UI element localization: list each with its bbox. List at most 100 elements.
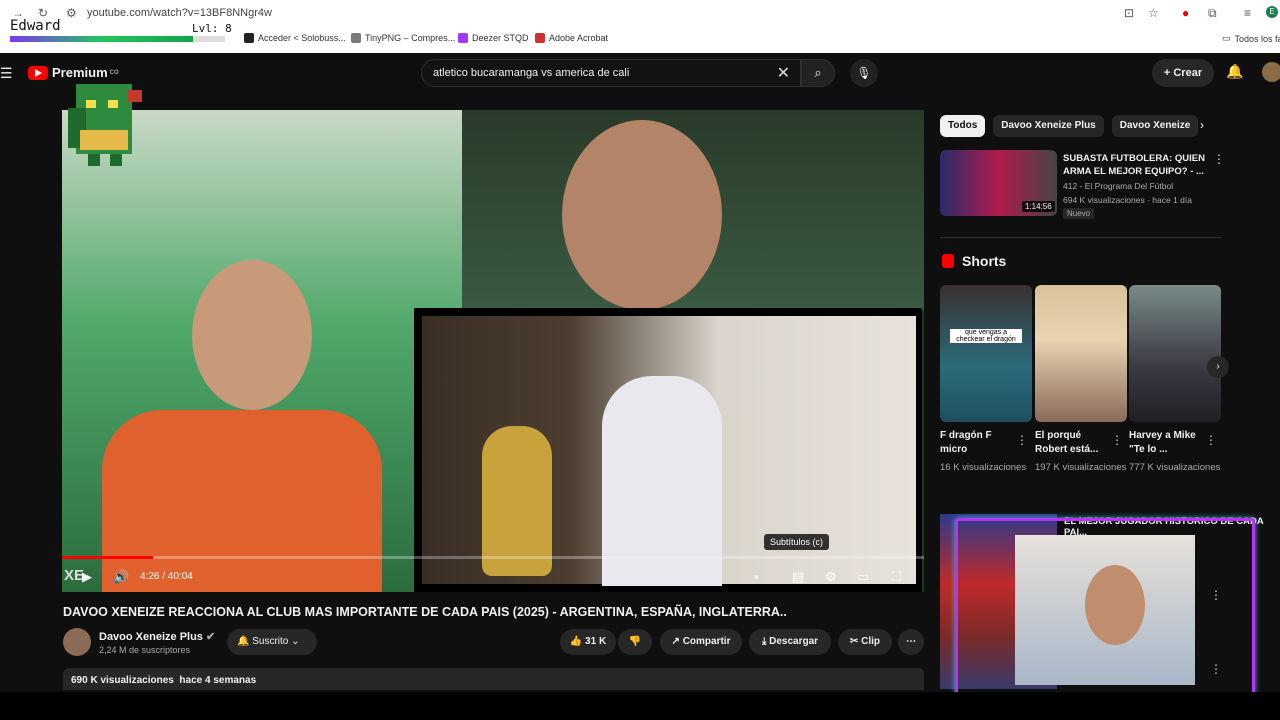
bookmark-item[interactable]: TinyPNG – Compres... xyxy=(351,33,455,43)
more-vertical-icon[interactable]: ⋮ xyxy=(1111,433,1123,447)
chip-channel-plus[interactable]: Davoo Xeneize Plus xyxy=(993,115,1104,137)
camera-scene xyxy=(422,316,916,586)
more-vertical-icon[interactable]: ⋮ xyxy=(1210,662,1222,676)
bookmark-item[interactable]: Deezer STQD xyxy=(458,33,529,43)
short-thumbnail[interactable] xyxy=(1035,285,1127,422)
opera-icon[interactable]: ● xyxy=(1182,6,1189,20)
more-icon: ⋯ xyxy=(906,636,916,647)
search-box[interactable]: atletico bucaramanga vs america de cali … xyxy=(421,59,801,87)
filter-chips: Todos Davoo Xeneize Plus Davoo Xeneize xyxy=(940,115,1199,137)
video-thumbnail[interactable]: 1:14:56 xyxy=(940,150,1057,216)
subtitles-icon[interactable]: ▤ xyxy=(792,569,804,585)
dislike-button[interactable]: 👎 xyxy=(618,629,652,655)
short-thumbnail[interactable]: que vengas a checkear el dragón xyxy=(940,285,1032,422)
volume-icon[interactable]: 🔊 xyxy=(113,569,129,585)
description-box[interactable]: 690 K visualizaciones hace 4 semanas xyxy=(63,668,924,690)
short-title: Harvey a Mike "Te lo ... xyxy=(1129,430,1196,455)
all-bookmarks[interactable]: ▭ Todos los fa xyxy=(1222,33,1280,44)
browser-chrome: → ↻ ⚙ youtube.com/watch?v=13BF8NNgr4w ⊡ … xyxy=(0,0,1280,53)
hamburger-menu-icon[interactable]: ☰ xyxy=(0,65,13,82)
search-input[interactable]: atletico bucaramanga vs america de cali xyxy=(433,67,629,79)
create-label: Crear xyxy=(1173,67,1203,79)
chevron-right-icon[interactable]: › xyxy=(1200,118,1204,132)
corner-watermark: XE xyxy=(64,567,85,584)
dragon-mascot-icon xyxy=(68,84,142,166)
notifications-bell-icon[interactable]: 🔔 xyxy=(1226,63,1243,80)
duration-badge: 1:14:56 xyxy=(1022,201,1055,212)
short-views: 777 K visualizaciones xyxy=(1129,462,1221,473)
rec-channel: 412 - El Programa Del Fútbol xyxy=(1063,181,1174,191)
bookmark-item[interactable]: Adobe Acrobat xyxy=(535,33,608,43)
more-vertical-icon[interactable]: ⋮ xyxy=(1205,433,1217,447)
scissors-icon: ✂ xyxy=(849,636,862,647)
settings-gear-icon[interactable]: ⚙ xyxy=(825,569,837,585)
voice-search-button[interactable]: 🎙 xyxy=(850,59,878,87)
more-actions-button[interactable]: ⋯ xyxy=(898,629,924,655)
short-item[interactable]: que vengas a checkear el dragón F dragón… xyxy=(940,285,1032,474)
create-button[interactable]: + Crear xyxy=(1152,59,1214,87)
chip-all[interactable]: Todos xyxy=(940,115,986,137)
share-button[interactable]: ↗ Compartir xyxy=(660,629,742,655)
share-icon: ↗ xyxy=(671,636,683,647)
recommended-video[interactable]: 1:14:56 SUBASTA FUTBOLERA: QUIEN ARMA EL… xyxy=(940,150,1225,220)
streamer-face xyxy=(1085,565,1145,645)
bookmark-favicon xyxy=(244,33,254,43)
extensions-icon[interactable]: ⧉ xyxy=(1208,6,1217,21)
like-button[interactable]: 👍 31 K xyxy=(560,629,616,655)
rec-meta: 694 K visualizaciones · hace 1 día xyxy=(1063,195,1192,205)
world-cup-trophy xyxy=(482,426,552,576)
tab-search-icon[interactable]: ≡ xyxy=(1244,6,1251,20)
install-icon[interactable]: ⊡ xyxy=(1124,6,1134,20)
short-item[interactable]: Harvey a Mike "Te lo ... 777 K visualiza… xyxy=(1129,285,1221,474)
account-avatar[interactable] xyxy=(1262,62,1280,82)
more-vertical-icon[interactable]: ⋮ xyxy=(1213,152,1225,166)
all-bookmarks-label: Todos los fa xyxy=(1234,33,1280,44)
clear-search-icon[interactable]: ✕ xyxy=(777,63,790,83)
share-label: Compartir xyxy=(682,636,731,647)
fullscreen-icon[interactable]: ⛶ xyxy=(892,569,901,585)
shorts-header: Shorts xyxy=(942,253,1006,269)
more-vertical-icon[interactable]: ⋮ xyxy=(1210,588,1222,602)
channel-name[interactable]: Davoo Xeneize Plus ✔ xyxy=(99,630,215,643)
overlay-username: Edward xyxy=(10,18,61,34)
search-button[interactable]: ⌕ xyxy=(801,59,835,87)
short-views: 16 K visualizaciones xyxy=(940,462,1027,473)
bottom-black-bar xyxy=(0,692,1280,720)
short-thumbnail[interactable] xyxy=(1129,285,1221,422)
download-button[interactable]: ⤓ Descargar xyxy=(749,629,831,655)
address-bar[interactable]: youtube.com/watch?v=13BF8NNgr4w xyxy=(87,7,272,19)
channel-avatar[interactable] xyxy=(63,628,91,656)
plus-icon: + xyxy=(1163,67,1174,79)
clip-button[interactable]: ✂ Clip xyxy=(838,629,892,655)
site-info-icon[interactable]: ⚙ xyxy=(66,6,77,20)
more-vertical-icon[interactable]: ⋮ xyxy=(1016,433,1028,447)
thumbs-down-icon: 👎 xyxy=(628,636,642,647)
subscribed-button[interactable]: 🔔 Suscrito ⌄ xyxy=(227,629,317,655)
bookmark-label: TinyPNG – Compres... xyxy=(365,33,456,43)
bookmark-item[interactable]: Acceder < Solobuss... xyxy=(244,33,346,43)
bell-icon: 🔔 xyxy=(237,636,253,647)
crowd-face xyxy=(562,120,722,310)
chip-channel[interactable]: Davoo Xeneize xyxy=(1111,115,1199,137)
streamer xyxy=(602,376,722,586)
bookmark-star-icon[interactable]: ☆ xyxy=(1148,6,1159,20)
short-item[interactable]: El porqué Robert está... 197 K visualiza… xyxy=(1035,285,1127,474)
play-icon[interactable]: ▶ xyxy=(82,569,92,585)
chevron-right-icon: › xyxy=(1216,361,1220,372)
shorts-next-button[interactable]: › xyxy=(1207,356,1229,378)
bookmark-label: Acceder < Solobuss... xyxy=(258,33,346,43)
upload-age: hace 4 semanas xyxy=(179,675,257,686)
folder-icon: ▭ xyxy=(1222,33,1231,43)
short-caption: que vengas a checkear el dragón xyxy=(950,329,1022,343)
youtube-play-icon xyxy=(28,65,48,80)
theater-mode-icon[interactable]: ▭ xyxy=(857,569,869,585)
like-count: 31 K xyxy=(585,636,607,647)
progress-bar[interactable] xyxy=(62,556,924,559)
profile-avatar[interactable]: E xyxy=(1266,6,1278,18)
overlay-level: Lvl: 8 xyxy=(192,22,232,35)
autoplay-toggle[interactable]: ⏸ xyxy=(754,572,759,583)
thumbs-up-icon: 👍 xyxy=(569,636,586,647)
chevron-down-icon: ⌄ xyxy=(288,636,300,647)
short-title: El porqué Robert está... xyxy=(1035,430,1099,455)
video-player[interactable]: Subtítulos (c) XE ▶ 🔊 4:26 / 40:04 ⏸ ▤ ⚙… xyxy=(62,110,924,592)
